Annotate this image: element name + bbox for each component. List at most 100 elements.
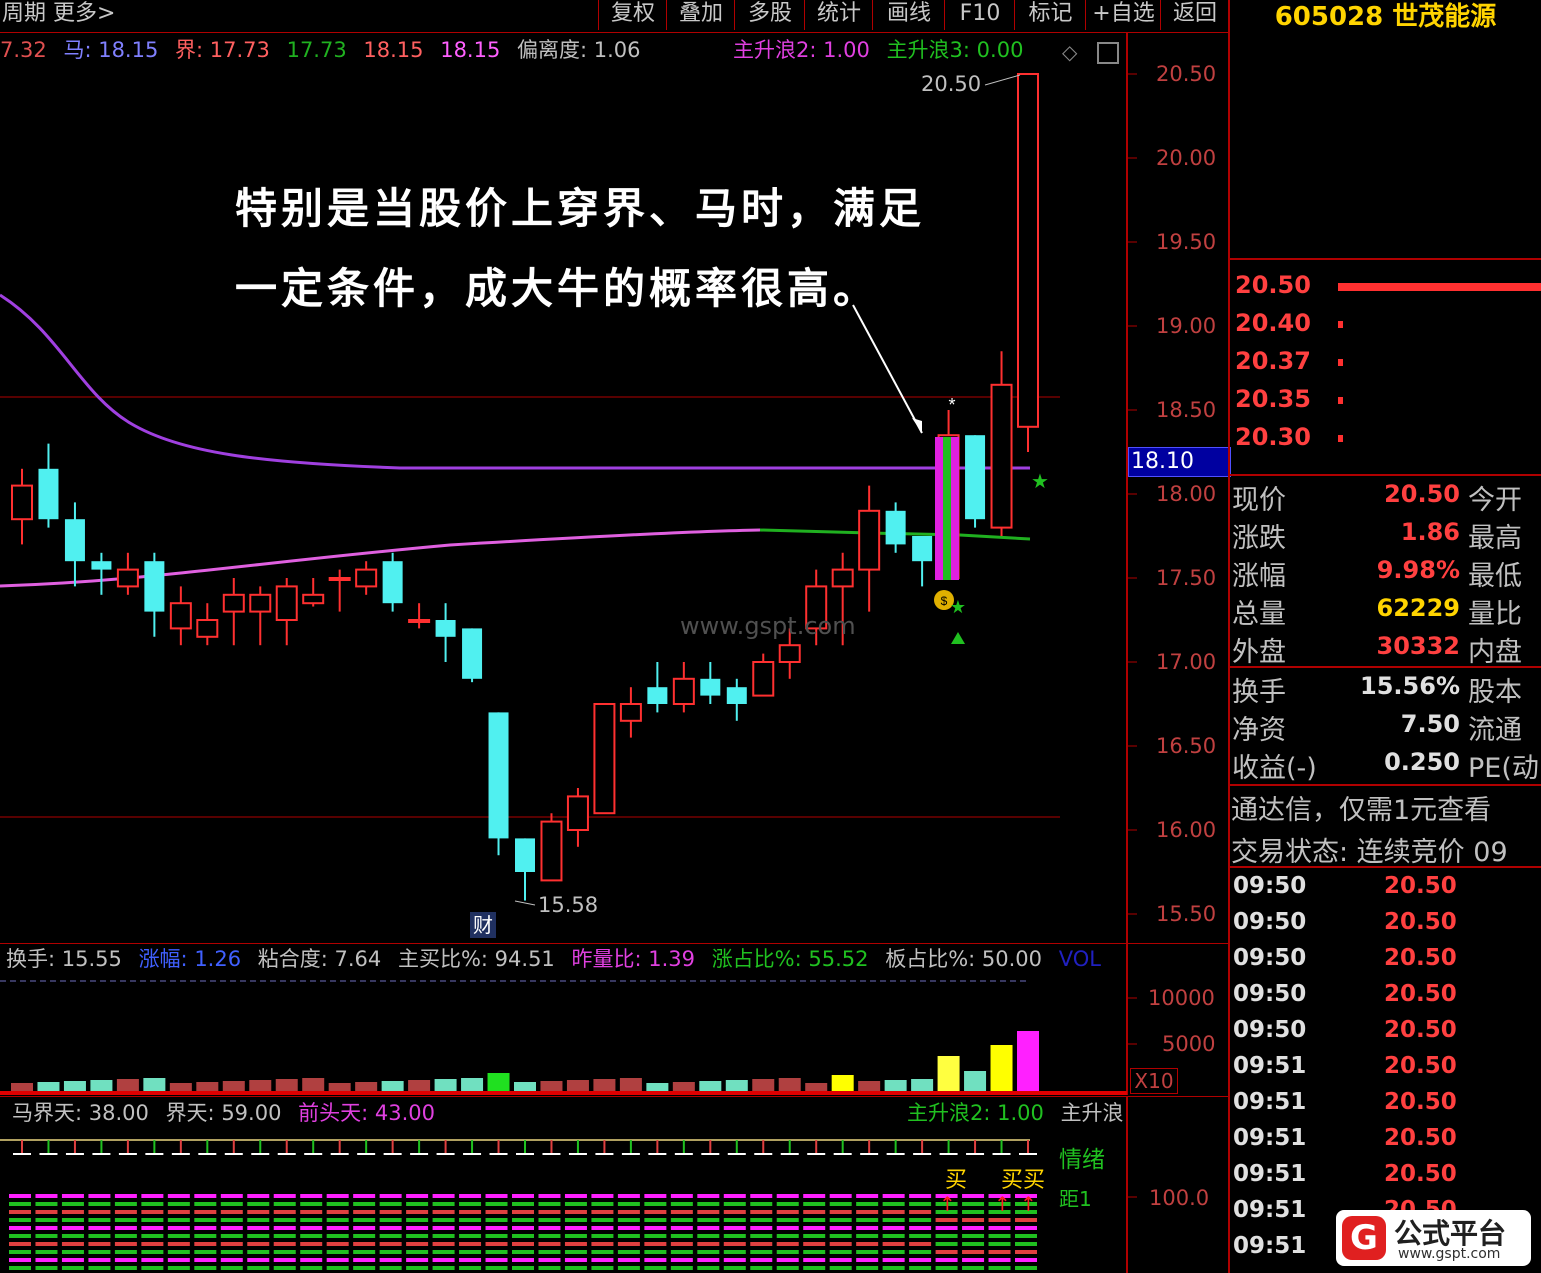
emotion-bar-segment [220,1226,243,1230]
candle-body [222,593,245,613]
promo-text[interactable]: 通达信，仅需1元查看 [1231,788,1541,827]
emotion-bar-segment [803,1202,826,1206]
emotion-bar-segment [644,1266,667,1270]
annotation-line-1: 特别是当股价上穿界、马时，满足 [235,184,926,233]
candle-body [488,712,509,839]
emotion-bar-segment [88,1210,111,1214]
emotion-bar-segment [803,1266,826,1270]
emotion-bar-segment [935,1218,958,1222]
emotion-bar-segment [909,1250,932,1254]
volume-bar [1017,1031,1039,1091]
emotion-bar-segment [776,1218,799,1222]
tick-time: 09:51 [1233,1125,1307,1151]
emotion-bar-segment [61,1226,84,1230]
candle-body [355,568,378,588]
emotion-bar-segment [9,1250,31,1254]
current-price-tag: 18.10 [1128,447,1231,477]
emotion-bar-segment [485,1218,508,1222]
toolbar-button[interactable]: 复权 [598,0,667,30]
toolbar-button[interactable]: 统计 [804,0,873,30]
emotion-bar-segment [856,1218,879,1222]
candle-body [169,602,192,630]
emotion-bar-segment [538,1226,561,1230]
emotion-bar-segment [803,1258,826,1262]
up-arrow-icon: ↑ [994,1192,1011,1216]
emotion-bar-segment [564,1234,587,1238]
annotation-line-2: 一定条件，成大牛的概率很高。 [235,264,880,313]
emotion-bar-segment [829,1258,852,1262]
emotion-bar-segment [750,1218,773,1222]
diamond-icon[interactable]: ◇ [1062,40,1077,64]
x10-button[interactable]: X10 [1130,1068,1178,1094]
volume-bar [990,1045,1013,1091]
emotion-bar-segment [353,1258,376,1262]
emotion-bar-segment [697,1234,720,1238]
emotion-bar-segment [670,1258,693,1262]
emotion-bar-segment [829,1250,852,1254]
tick-price: 20.50 [1384,1089,1457,1115]
tick-price: 20.50 [1384,1017,1457,1043]
vol-yesterday-ratio: 昨量比: 1.39 [571,947,695,971]
toolbar-button[interactable]: 返回 [1160,0,1229,30]
tick-time: 09:51 [1233,1089,1307,1115]
order-volume-bar [1338,435,1343,442]
emotion-bar-segment [485,1242,508,1246]
emotion-bar-segment [379,1194,402,1198]
emotion-bar-segment [485,1226,508,1230]
emotion-bar-segment [300,1202,323,1206]
emotion-bar-segment [723,1250,746,1254]
candle-body [382,561,403,604]
toolbar-button[interactable]: 画线 [872,0,945,30]
emotion-bar-segment [829,1194,852,1198]
candle-body [91,561,112,570]
emotion-bar-segment [326,1226,349,1230]
panel-toggle-icon[interactable] [1097,42,1119,64]
toolbar-button[interactable]: 叠加 [666,0,735,30]
emotion-bar-segment [379,1242,402,1246]
emotion-bar-segment [882,1266,905,1270]
emotion-bar-segment [353,1218,376,1222]
period-more-menu[interactable]: 周期 更多> [2,0,115,28]
finance-badge[interactable]: 财 [470,912,496,938]
emotion-bar-segment [644,1218,667,1222]
toolbar-button[interactable]: F10 [944,0,1015,30]
emotion-bar-segment [829,1242,852,1246]
emotion-bar-segment [406,1234,429,1238]
emotion-bar-segment [194,1202,217,1206]
emotion-bar-segment [935,1226,958,1230]
emotion-bar-segment [273,1210,296,1214]
emotion-bar-segment [273,1226,296,1230]
emotion-bar-segment [1015,1250,1037,1254]
emotion-bar-segment [644,1242,667,1246]
emotion-bar-segment [1015,1234,1037,1238]
vol-axis-5000: 5000 [1162,1032,1216,1056]
emotion-bar-segment [776,1194,799,1198]
emotion-bar-segment [167,1266,190,1270]
emotion-bar-segment [406,1194,429,1198]
toolbar-button[interactable]: 标记 [1014,0,1086,30]
toolbar-button[interactable]: +自选 [1085,0,1161,30]
emotion-label: 情绪 [1059,1147,1105,1173]
tick-price: 20.50 [1384,909,1457,935]
emotion-bar-segment [114,1258,137,1262]
emotion-bar-segment [697,1226,720,1230]
emotion-bar-segment [591,1210,614,1214]
emotion-bar-segment [1015,1266,1037,1270]
ma-purple-line [0,293,1030,470]
volume-bar [328,1083,351,1091]
toolbar-button[interactable]: 多股 [734,0,805,30]
emotion-bar-segment [432,1194,455,1198]
candlestick-chart[interactable]: * ★ $ ★ [0,33,1228,943]
emotion-bar-segment [194,1242,217,1246]
emotion-bar-segment [962,1250,985,1254]
quote-value: 1.86 [1400,518,1460,546]
emotion-bar-segment [194,1226,217,1230]
ind-jie: 界: 17.73 [175,38,270,62]
emotion-bar-segment [459,1258,482,1262]
emotion-bar-segment [167,1210,190,1214]
logo-url: www.gspt.com [1398,1246,1501,1262]
emotion-bar-segment [379,1202,402,1206]
green-star-icon: ★ [1031,471,1049,493]
emotion-bar-segment [9,1266,31,1270]
emotion-bar-segment [353,1250,376,1254]
